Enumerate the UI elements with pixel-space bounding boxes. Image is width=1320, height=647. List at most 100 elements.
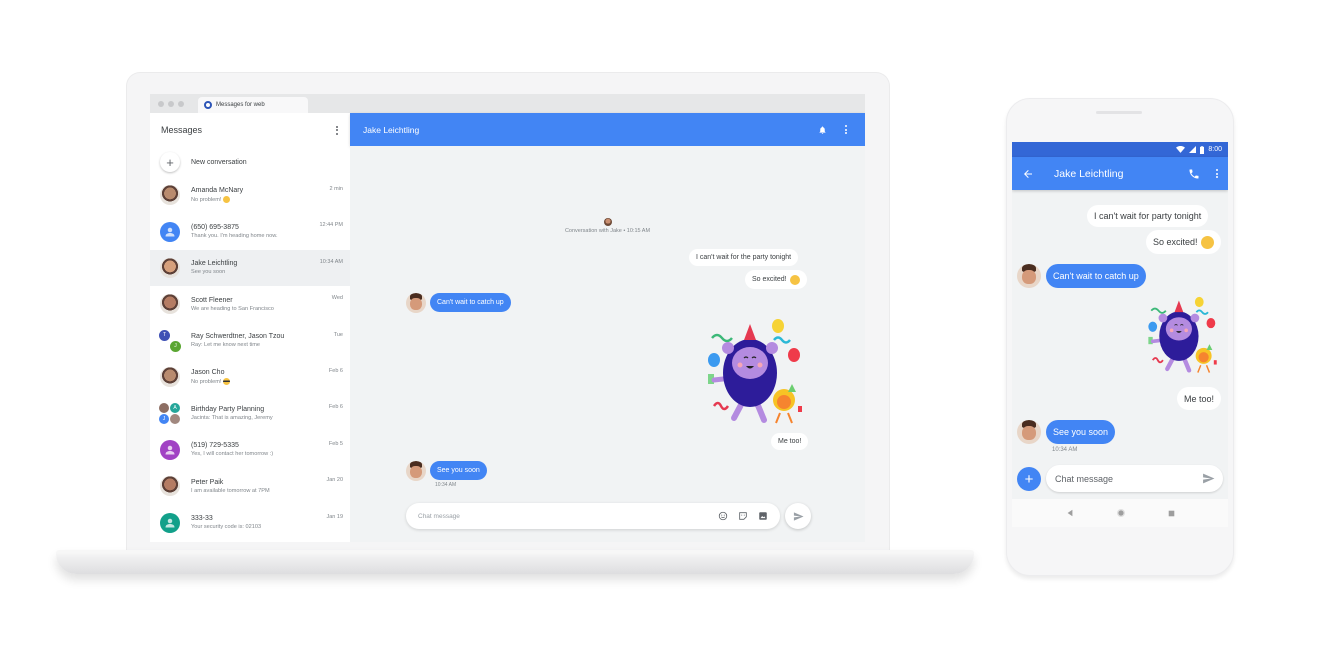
message-bubble-outgoing: I can't wait for party tonight bbox=[1087, 205, 1209, 227]
laptop-base bbox=[56, 550, 974, 574]
conversation-name: (519) 729-5335 bbox=[191, 442, 239, 450]
laptop-base-edge bbox=[56, 550, 974, 553]
phone-call-icon[interactable] bbox=[1188, 168, 1200, 180]
conversation-list-item[interactable]: Jason Cho No problem! Feb 6 bbox=[150, 359, 350, 395]
more-options-icon[interactable] bbox=[334, 125, 340, 135]
conversation-list-item[interactable]: (519) 729-5335 Yes, I will contact her to… bbox=[150, 432, 350, 468]
conversation-summary: Peter Paik I am available tomorrow at 7PM bbox=[191, 479, 343, 494]
contact-avatar-small bbox=[603, 218, 612, 226]
conversation-list-item[interactable]: A J Birthday Party Planning Jacinta: That i… bbox=[150, 395, 350, 431]
chat-area: Conversation with Jake • 10:15 AM I can'… bbox=[350, 146, 865, 542]
snippet-text: We are heading to San Francisco bbox=[191, 305, 274, 312]
party-monster-sticker bbox=[1148, 296, 1217, 373]
avatar bbox=[160, 512, 180, 533]
conversation-snippet: We are heading to San Francisco bbox=[191, 306, 343, 312]
conversation-time: Jan 20 bbox=[326, 477, 343, 484]
conversation-name: Scott Fleener bbox=[191, 296, 233, 304]
nav-recents-icon[interactable] bbox=[1168, 510, 1175, 517]
conversation-time: Tue bbox=[333, 331, 343, 338]
new-conversation-button[interactable]: + New conversation bbox=[150, 147, 350, 177]
window-close-dot[interactable] bbox=[158, 101, 164, 107]
snippet-text: Yes, I will contact her tomorrow :) bbox=[191, 451, 274, 458]
tab-title: Messages for web bbox=[216, 102, 265, 108]
message-text: See you soon bbox=[437, 467, 480, 474]
conversation-summary: Jason Cho No problem! bbox=[191, 369, 343, 386]
new-conversation-label: New conversation bbox=[191, 158, 247, 166]
conversation-list: Amanda McNary No problem! 2 min (650) 695-3… bbox=[150, 177, 350, 541]
avatar: TJ bbox=[159, 329, 181, 352]
conversation-time: 2 min bbox=[329, 186, 343, 192]
conversation-snippet: Ray: Let me know next time bbox=[191, 342, 343, 348]
phone-app-bar: Jake Leichtling bbox=[1012, 157, 1228, 190]
group-avatar-photo bbox=[159, 402, 169, 413]
back-arrow-icon[interactable] bbox=[1022, 168, 1034, 180]
send-button[interactable] bbox=[785, 503, 811, 529]
conversation-summary: Ray Schwerdtner, Jason Tzou Ray: Let me k… bbox=[191, 333, 343, 348]
conversation-name: Ray Schwerdtner, Jason Tzou bbox=[191, 333, 285, 341]
avatar bbox=[160, 257, 180, 278]
snippet-text: Your security code is: 02103 bbox=[191, 524, 262, 531]
message-text: See you soon bbox=[1053, 427, 1109, 437]
message-text: Can't wait to catch up bbox=[1053, 271, 1139, 281]
message-bubble-outgoing: Me too! bbox=[1177, 387, 1222, 410]
window-minimize-dot[interactable] bbox=[168, 101, 174, 107]
conversation-list-item[interactable]: Scott Fleener We are heading to San Franc… bbox=[150, 286, 350, 322]
conversation-list-item[interactable]: 333-33 Your security code is: 02103 Jan 19 bbox=[150, 505, 350, 541]
cell-signal-icon bbox=[1189, 146, 1197, 153]
message-bubble-incoming: See you soon bbox=[1046, 420, 1116, 444]
conversation-list-item[interactable]: Peter Paik I am available tomorrow at 7PM… bbox=[150, 468, 350, 504]
browser-tab[interactable]: Messages for web bbox=[198, 97, 308, 113]
sticker-icon[interactable] bbox=[738, 511, 748, 521]
party-monster-sticker bbox=[708, 319, 802, 424]
battery-icon bbox=[1200, 145, 1205, 154]
nav-home-icon[interactable] bbox=[1116, 508, 1126, 518]
person-icon bbox=[165, 227, 175, 237]
phone-compose-bar bbox=[1046, 465, 1223, 492]
snippet-text: Ray: Let me know next time bbox=[191, 342, 261, 349]
conversation-summary: Scott Fleener We are heading to San Franc… bbox=[191, 297, 343, 312]
conversation-more-options-icon[interactable] bbox=[843, 125, 849, 134]
nav-back-icon[interactable] bbox=[1066, 509, 1074, 517]
attach-plus-button[interactable]: + bbox=[1017, 467, 1041, 491]
conversation-time: 12:44 PM bbox=[319, 222, 343, 229]
conversation-snippet: I am available tomorrow at 7PM bbox=[191, 488, 343, 494]
conversation-title: Jake Leichtling bbox=[363, 124, 420, 135]
sidebar-header: Messages bbox=[150, 113, 350, 147]
message-text: I can't wait for the party tonight bbox=[696, 254, 792, 261]
group-avatar-photo bbox=[170, 413, 180, 424]
snippet-text: Thank you. I'm heading home now. bbox=[191, 233, 278, 240]
conversation-name: Jason Cho bbox=[191, 369, 225, 377]
avatar bbox=[160, 294, 180, 315]
conversation-name: 333-33 bbox=[191, 515, 213, 523]
message-text: So excited! bbox=[752, 276, 787, 283]
message-text: So excited! bbox=[1153, 237, 1198, 247]
conversation-list-item[interactable]: Amanda McNary No problem! 2 min bbox=[150, 177, 350, 213]
message-bubble-outgoing: So excited! bbox=[1146, 230, 1221, 254]
snippet-text: Jacinta: That is amazing, Jeremy bbox=[191, 415, 273, 422]
conversation-summary: 333-33 Your security code is: 02103 bbox=[191, 515, 343, 530]
send-icon[interactable] bbox=[1202, 472, 1215, 485]
window-maximize-dot[interactable] bbox=[178, 101, 184, 107]
notification-bell-icon[interactable] bbox=[818, 125, 827, 135]
avatar bbox=[160, 367, 180, 388]
image-icon[interactable] bbox=[758, 511, 768, 521]
android-nav-bar bbox=[1012, 499, 1228, 527]
chat-message-input[interactable] bbox=[418, 512, 718, 520]
conversation-list-item[interactable]: (650) 695-3875 Thank you. I'm heading hom… bbox=[150, 213, 350, 249]
emoji-icon[interactable] bbox=[718, 511, 728, 521]
phone-chat-message-input[interactable] bbox=[1055, 473, 1202, 484]
conversation-list-item[interactable]: Jake Leichtling See you soon 10:34 AM bbox=[150, 249, 350, 287]
status-bar: 8:00 bbox=[1012, 142, 1228, 157]
contact-avatar bbox=[406, 461, 426, 481]
conversation-summary: Birthday Party Planning Jacinta: That is … bbox=[191, 406, 343, 421]
message-text: Me too! bbox=[778, 438, 802, 445]
smile-emoji-icon bbox=[223, 196, 231, 204]
browser-tab-bar: Messages for web bbox=[150, 94, 865, 113]
conversation-list-item[interactable]: T J Ray Schwerdtner, Jason Tzou Ray: Let me… bbox=[150, 323, 350, 359]
conversation-time: Wed bbox=[331, 295, 343, 302]
phone-more-options-icon[interactable] bbox=[1214, 169, 1220, 178]
phone-conversation-title: Jake Leichtling bbox=[1054, 167, 1124, 180]
message-timestamp: 10:34 AM bbox=[1052, 447, 1078, 453]
wifi-icon bbox=[1176, 146, 1186, 153]
avatar bbox=[160, 439, 180, 460]
